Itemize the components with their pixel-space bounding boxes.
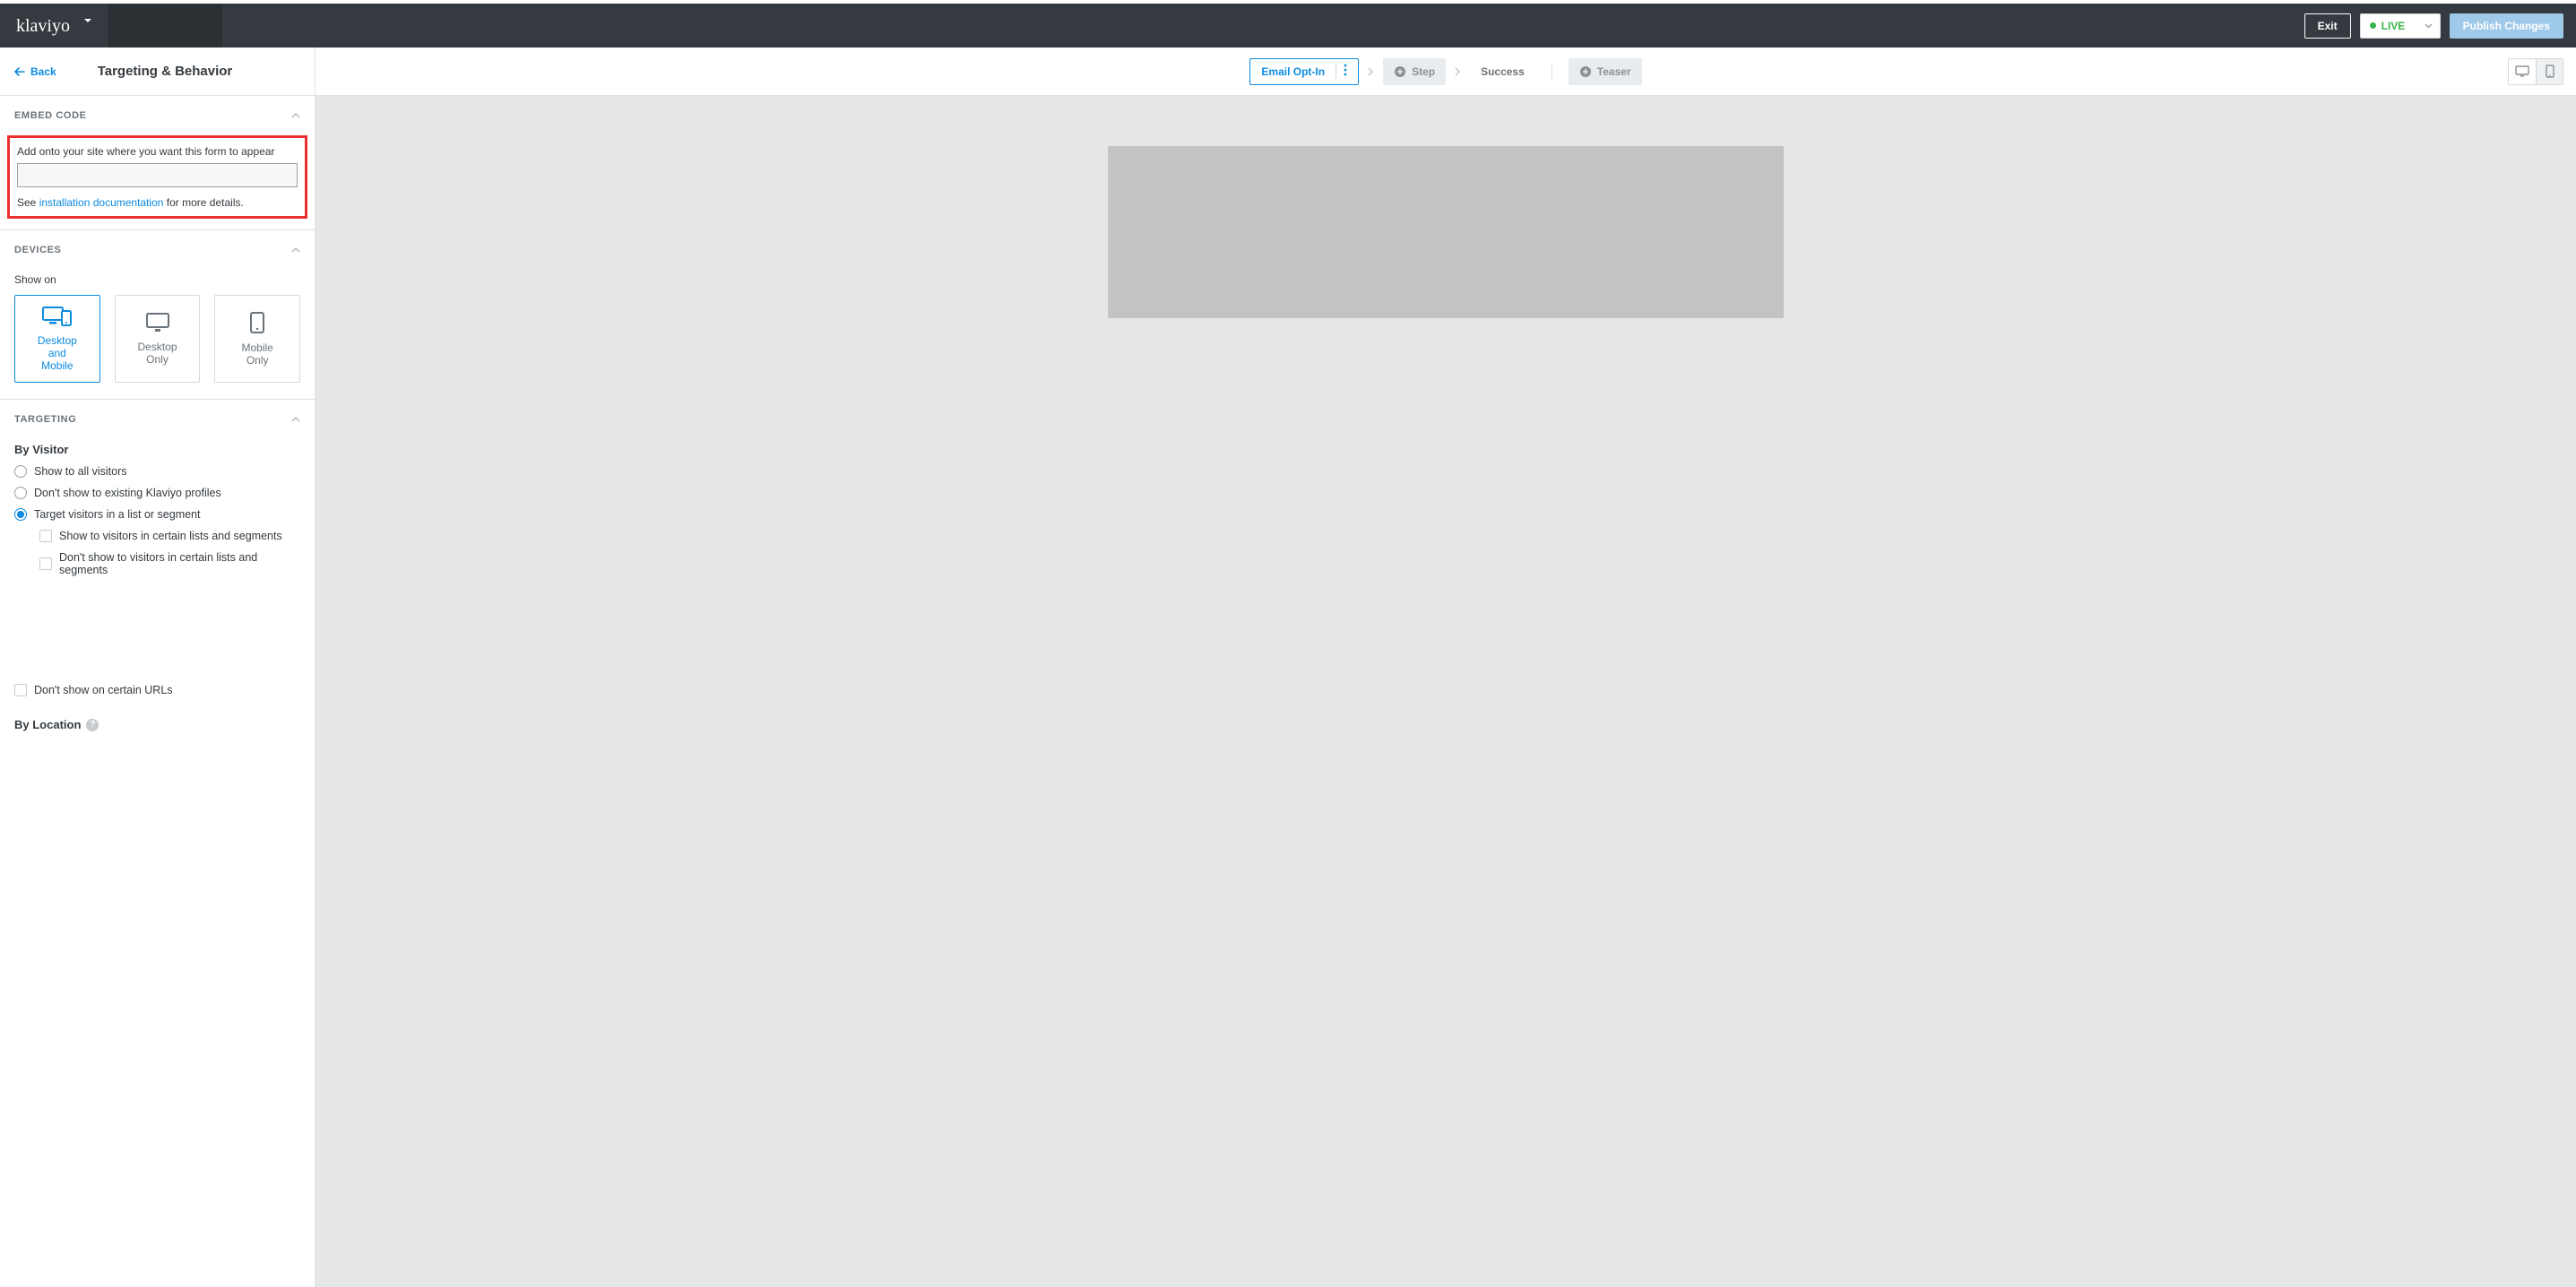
check-label: Show to visitors in certain lists and se… (59, 530, 282, 542)
live-status-dropdown[interactable]: LIVE (2360, 13, 2441, 39)
step-label: Success (1481, 65, 1525, 78)
editor-canvas[interactable] (316, 96, 2576, 1287)
svg-text:klaviyo: klaviyo (16, 16, 70, 36)
checkbox-icon (39, 557, 52, 570)
installation-docs-link[interactable]: installation documentation (39, 196, 164, 209)
chevron-down-icon (2425, 23, 2433, 29)
status-dot-icon (2370, 22, 2376, 29)
device-option-label: Mobile Only (242, 341, 273, 367)
check-label: Don't show on certain URLs (34, 684, 173, 696)
device-option-label: Desktop and Mobile (38, 334, 77, 372)
check-label: Don't show to visitors in certain lists … (59, 551, 300, 576)
plus-circle-icon (1579, 65, 1592, 78)
step-label: Email Opt-In (1261, 65, 1325, 78)
sidebar-header: Back Targeting & Behavior (0, 48, 315, 96)
desktop-and-mobile-icon (42, 306, 73, 327)
help-icon[interactable]: ? (86, 719, 99, 731)
radio-icon (14, 465, 27, 478)
section-toggle-targeting[interactable]: TARGETING (0, 400, 315, 439)
kebab-icon[interactable] (1336, 64, 1347, 79)
device-option-label: Desktop Only (137, 341, 177, 366)
mobile-icon (2546, 65, 2554, 78)
add-step-button[interactable]: Step (1383, 58, 1446, 85)
chevron-up-icon (291, 113, 300, 118)
chevron-up-icon (291, 247, 300, 253)
section-embed-code: EMBED CODE Add onto your site where you … (0, 96, 315, 230)
app-header: klaviyo Exit LIVE Publish Changes (0, 4, 2576, 48)
check-dont-show-on-urls[interactable]: Don't show on certain URLs (14, 684, 300, 696)
show-on-label: Show on (14, 273, 300, 286)
by-location-heading: By Location (14, 718, 81, 731)
checkbox-icon (39, 530, 52, 542)
radio-icon (14, 508, 27, 521)
desktop-icon (2515, 65, 2529, 77)
embed-code-input[interactable] (17, 163, 298, 187)
desktop-icon (145, 312, 170, 333)
check-show-in-lists[interactable]: Show to visitors in certain lists and se… (39, 530, 300, 542)
header-actions: Exit LIVE Publish Changes (2292, 4, 2576, 48)
section-targeting: TARGETING By Visitor Show to all visitor… (0, 400, 315, 747)
back-label: Back (30, 65, 56, 78)
radio-dont-show-existing-profiles[interactable]: Don't show to existing Klaviyo profiles (14, 487, 300, 499)
arrow-left-icon (14, 67, 25, 76)
section-title: DEVICES (14, 245, 62, 255)
back-link[interactable]: Back (14, 65, 56, 78)
radio-icon (14, 487, 27, 499)
checkbox-icon (14, 684, 27, 696)
editor-toolbar: Email Opt-In Step Success (316, 48, 2576, 96)
form-preview-placeholder[interactable] (1108, 146, 1784, 318)
embed-code-label: Add onto your site where you want this f… (17, 145, 298, 158)
page-title: Targeting & Behavior (98, 64, 233, 79)
publish-changes-button[interactable]: Publish Changes (2450, 13, 2563, 39)
section-title: EMBED CODE (14, 110, 87, 121)
radio-show-all-visitors[interactable]: Show to all visitors (14, 465, 300, 478)
device-option-mobile-only[interactable]: Mobile Only (214, 295, 300, 383)
section-toggle-embed-code[interactable]: EMBED CODE (0, 96, 315, 135)
editor-pane: Email Opt-In Step Success (316, 48, 2576, 1287)
radio-label: Target visitors in a list or segment (34, 508, 201, 521)
view-mobile-button[interactable] (2536, 59, 2563, 84)
section-toggle-devices[interactable]: DEVICES (0, 230, 315, 270)
header-dark-tab (108, 4, 222, 48)
mobile-icon (249, 311, 265, 334)
live-label: LIVE (2382, 20, 2406, 32)
chevron-right-icon (1455, 67, 1461, 76)
by-visitor-heading: By Visitor (14, 443, 300, 456)
embed-code-help: See installation documentation for more … (17, 196, 298, 209)
section-title: TARGETING (14, 414, 76, 425)
view-desktop-button[interactable] (2509, 59, 2536, 84)
section-devices: DEVICES Show on (0, 230, 315, 400)
step-label: Step (1412, 65, 1435, 78)
step-email-opt-in[interactable]: Email Opt-In (1249, 58, 1359, 85)
klaviyo-logo-icon: klaviyo (16, 16, 91, 36)
sidebar: Back Targeting & Behavior EMBED CODE Add… (0, 48, 316, 1287)
add-teaser-button[interactable]: Teaser (1569, 58, 1642, 85)
exit-button[interactable]: Exit (2304, 13, 2351, 39)
brand-logo: klaviyo (0, 4, 108, 48)
radio-label: Don't show to existing Klaviyo profiles (34, 487, 221, 499)
step-bar: Email Opt-In Step Success (1249, 58, 1641, 85)
radio-target-list-or-segment[interactable]: Target visitors in a list or segment (14, 508, 300, 521)
viewport-toggle (2508, 58, 2563, 85)
device-option-desktop-and-mobile[interactable]: Desktop and Mobile (14, 295, 100, 383)
chevron-right-icon (1368, 67, 1374, 76)
radio-label: Show to all visitors (34, 465, 127, 478)
device-option-desktop-only[interactable]: Desktop Only (115, 295, 201, 383)
step-success[interactable]: Success (1470, 58, 1535, 85)
chevron-up-icon (291, 417, 300, 422)
plus-circle-icon (1394, 65, 1406, 78)
step-label: Teaser (1597, 65, 1631, 78)
embed-code-highlight: Add onto your site where you want this f… (7, 135, 307, 219)
check-dont-show-in-lists[interactable]: Don't show to visitors in certain lists … (39, 551, 300, 576)
